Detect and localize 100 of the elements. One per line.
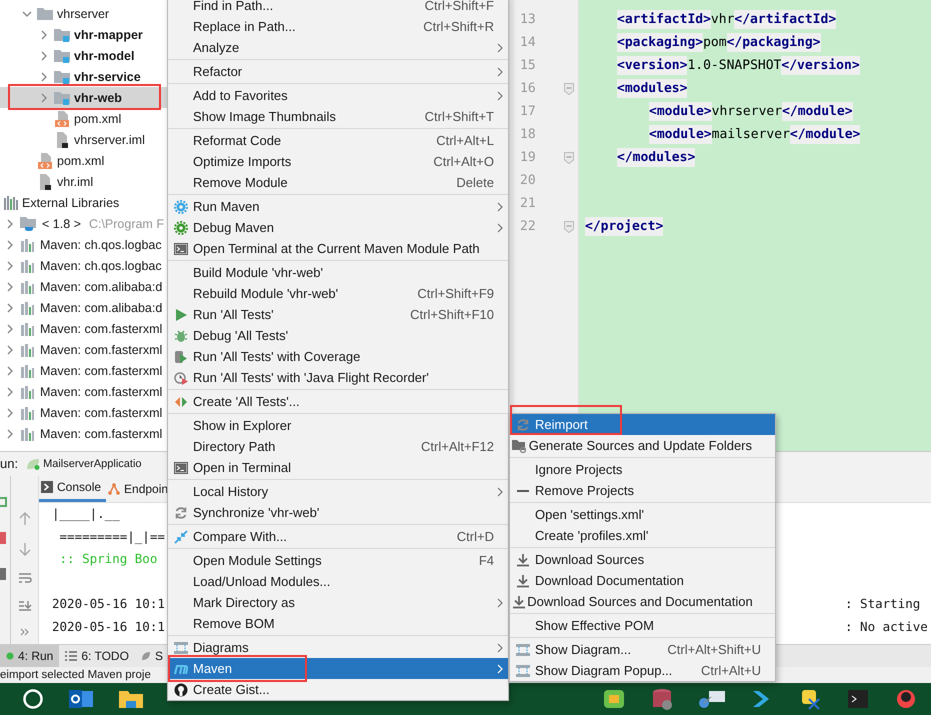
menu-item[interactable]: Run Maven <box>168 196 508 217</box>
menu-item[interactable]: Create 'All Tests'... <box>168 391 508 412</box>
menu-item[interactable]: Debug 'All Tests' <box>168 325 508 346</box>
menu-item[interactable]: Show Image Thumbnails Ctrl+Shift+T <box>168 106 508 127</box>
menu-item[interactable]: Build Module 'vhr-web' <box>168 262 508 283</box>
menu-item[interactable]: Remove Projects <box>510 480 775 501</box>
chevron-right-icon[interactable] <box>39 72 49 82</box>
tree-item-label[interactable]: Maven: ch.qos.logbac <box>40 258 162 272</box>
menu-item[interactable]: Synchronize 'vhr-web' <box>168 502 508 523</box>
console-tab[interactable]: Console <box>39 476 106 502</box>
chevron-down-icon[interactable] <box>22 8 32 18</box>
menu-item[interactable]: Debug Maven <box>168 217 508 238</box>
menu-item[interactable]: Remove Module Delete <box>168 172 508 193</box>
menu-item[interactable]: Download Sources and Documentation <box>510 591 775 612</box>
chevron-right-icon[interactable] <box>39 30 49 40</box>
menu-item[interactable]: Run 'All Tests' with 'Java Flight Recorder' <box>168 367 508 388</box>
menu-item[interactable]: Add to Favorites <box>168 85 508 106</box>
tree-item-label[interactable]: Maven: com.alibaba:d <box>40 300 162 314</box>
tree-item-label[interactable]: vhr-service <box>74 70 141 84</box>
menu-item[interactable]: Generate Sources and Update Folders <box>510 435 775 456</box>
fold-marker-icon[interactable] <box>564 152 574 164</box>
menu-item[interactable]: Run 'All Tests' with Coverage <box>168 346 508 367</box>
menu-item[interactable]: Download Documentation <box>510 570 775 591</box>
tree-item-label[interactable]: vhrserver.iml <box>74 132 145 146</box>
tool-window-tab[interactable]: 6: TODO <box>59 645 135 668</box>
tree-item-label[interactable]: pom.xml <box>74 112 122 126</box>
menu-item[interactable]: Open in Terminal <box>168 457 508 478</box>
tool-window-tab[interactable]: 4: Run <box>0 645 60 668</box>
menu-item[interactable]: Diagrams <box>168 637 508 658</box>
chevron-right-icon[interactable] <box>5 282 15 292</box>
menu-item[interactable]: Download Sources <box>510 549 775 570</box>
chevron-right-icon[interactable] <box>5 260 15 270</box>
menu-item[interactable]: Optimize Imports Ctrl+Alt+O <box>168 151 508 172</box>
fold-marker-icon[interactable] <box>564 220 574 232</box>
tree-item-label[interactable]: Maven: ch.qos.logbac <box>40 238 162 252</box>
menu-item[interactable]: Compare With... Ctrl+D <box>168 526 508 547</box>
tree-item-label[interactable]: pom.xml <box>57 154 104 168</box>
menu-item[interactable]: Create Gist... <box>168 679 508 700</box>
chevron-right-icon[interactable] <box>5 366 15 376</box>
more-icon[interactable] <box>20 628 30 636</box>
menu-item[interactable]: Reformat Code Ctrl+Alt+L <box>168 130 508 151</box>
fold-marker-icon[interactable] <box>564 82 574 94</box>
tree-item-label[interactable]: Maven: com.fasterxml <box>40 342 162 356</box>
menu-item[interactable]: Create 'profiles.xml' <box>510 525 775 546</box>
tree-item-label[interactable]: Maven: com.fasterxml <box>40 426 162 440</box>
chevron-right-icon[interactable] <box>5 428 15 438</box>
chevron-right-icon[interactable] <box>5 324 15 334</box>
tree-item-label[interactable]: Maven: com.alibaba:d <box>40 280 162 294</box>
search-circle-icon[interactable] <box>22 688 44 710</box>
tree-item-label[interactable]: vhr-web <box>74 90 122 104</box>
menu-item[interactable]: Directory Path Ctrl+Alt+F12 <box>168 436 508 457</box>
tree-item-label[interactable]: < 1.8 > <box>42 216 81 230</box>
menu-item[interactable]: Refactor <box>168 61 508 82</box>
tool-window-tab[interactable]: S <box>134 645 169 668</box>
chevron-right-icon[interactable] <box>39 50 49 60</box>
menu-item[interactable]: Analyze <box>168 37 508 58</box>
stop-icon[interactable] <box>0 532 8 544</box>
menu-item[interactable]: Ignore Projects <box>510 459 775 480</box>
menu-item[interactable]: Mark Directory as <box>168 592 508 613</box>
folder-icon[interactable] <box>118 688 144 710</box>
tree-item-label[interactable]: vhr.iml <box>57 174 94 188</box>
menu-item[interactable]: Show Diagram Popup... Ctrl+Alt+U <box>510 660 775 681</box>
up-arrow-icon[interactable] <box>18 512 30 526</box>
tree-item-label[interactable]: External Libraries <box>22 196 120 210</box>
menu-item[interactable]: Rebuild Module 'vhr-web' Ctrl+Shift+F9 <box>168 283 508 304</box>
tree-item-label[interactable]: Maven: com.fasterxml <box>40 322 162 336</box>
tree-item-label[interactable]: Maven: com.fasterxml <box>40 364 162 378</box>
chevron-right-icon[interactable] <box>5 344 15 354</box>
menu-item[interactable]: Reimport <box>510 414 775 435</box>
run-config-tab[interactable]: MailserverApplicatio <box>26 456 142 472</box>
chevron-right-icon[interactable] <box>5 386 15 396</box>
chevron-right-icon[interactable] <box>5 302 15 312</box>
rerun-icon[interactable] <box>0 496 8 508</box>
menu-item[interactable]: Open Module Settings F4 <box>168 550 508 571</box>
menu-item[interactable]: Show Effective POM <box>510 615 775 636</box>
menu-item[interactable]: Run 'All Tests' Ctrl+Shift+F10 <box>168 304 508 325</box>
tree-item-label[interactable]: vhr-mapper <box>74 28 143 42</box>
line-number: 15 <box>520 58 536 73</box>
chevron-right-icon[interactable] <box>5 218 15 228</box>
tree-item-label[interactable]: vhr-model <box>74 48 134 62</box>
menu-item[interactable]: Show Diagram... Ctrl+Alt+Shift+U <box>510 639 775 660</box>
menu-item[interactable]: Open Terminal at the Current Maven Module Path <box>168 238 508 259</box>
pause-icon[interactable] <box>0 568 8 580</box>
scroll-to-end-icon[interactable] <box>18 600 32 612</box>
menu-item[interactable]: Load/Unload Modules... <box>168 571 508 592</box>
tree-item-label[interactable]: Maven: com.fasterxml <box>40 406 162 420</box>
menu-item[interactable]: Remove BOM <box>168 613 508 634</box>
chevron-right-icon[interactable] <box>5 240 15 250</box>
menu-item[interactable]: Open 'settings.xml' <box>510 504 775 525</box>
chevron-right-icon[interactable] <box>5 408 15 418</box>
menu-item[interactable]: Maven <box>168 658 508 679</box>
menu-item[interactable]: Show in Explorer <box>168 415 508 436</box>
menu-item[interactable]: Replace in Path... Ctrl+Shift+R <box>168 16 508 37</box>
chevron-right-icon[interactable] <box>39 92 49 102</box>
down-arrow-icon[interactable] <box>18 542 30 556</box>
tree-item-label[interactable]: Maven: com.fasterxml <box>40 384 162 398</box>
tree-item-label[interactable]: vhrserver <box>57 6 110 20</box>
soft-wrap-icon[interactable] <box>18 572 32 584</box>
mail-app-icon[interactable] <box>68 688 94 710</box>
menu-item[interactable]: Find in Path... Ctrl+Shift+F <box>168 0 508 16</box>
